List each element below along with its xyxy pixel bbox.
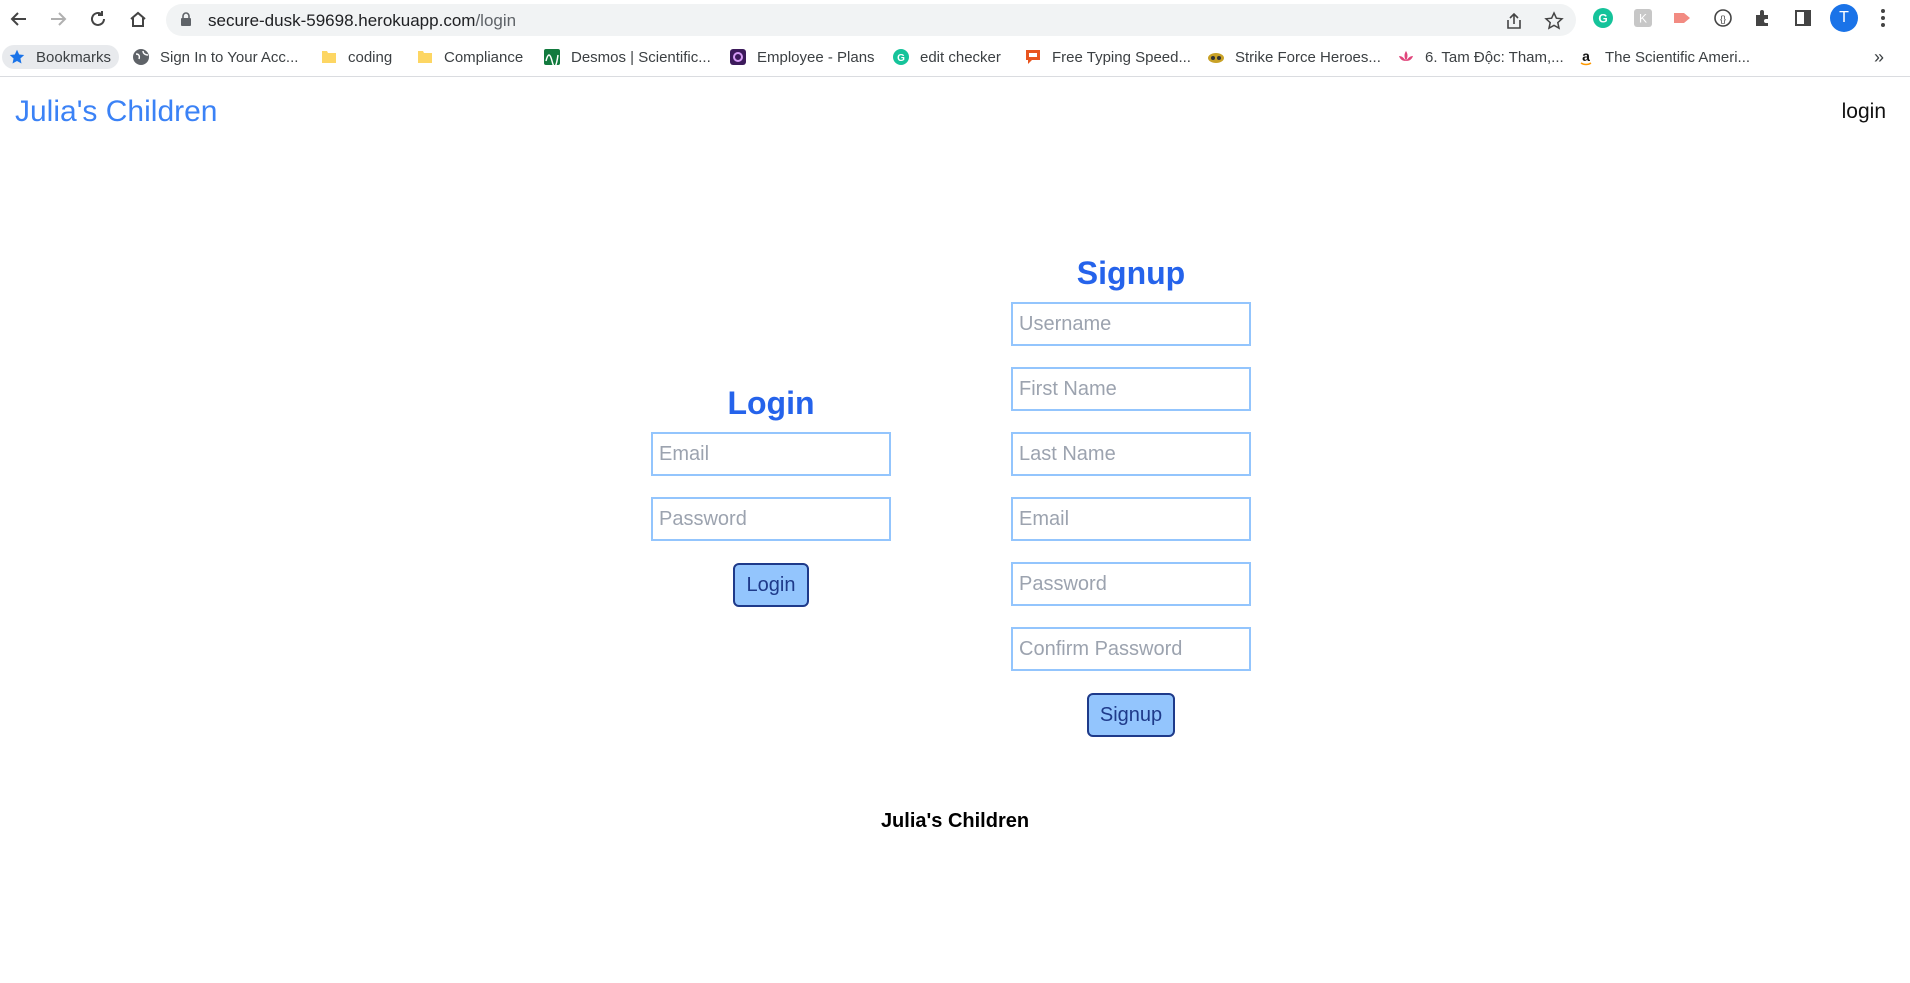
signup-first-name-input[interactable] bbox=[1011, 367, 1251, 411]
bookmarks-bar: Bookmarks Sign In to Your Acc... coding … bbox=[0, 38, 1910, 77]
svg-text:{}: {} bbox=[1720, 14, 1726, 24]
signup-username-input[interactable] bbox=[1011, 302, 1251, 346]
url-text: secure-dusk-59698.herokuapp.com/login bbox=[208, 11, 517, 30]
forward-icon[interactable] bbox=[45, 6, 71, 32]
home-icon[interactable] bbox=[125, 6, 151, 32]
bookmark-item-typing[interactable]: Free Typing Speed... bbox=[1024, 45, 1191, 69]
extension-circle-icon[interactable]: {} bbox=[1712, 7, 1734, 29]
bookmark-label: Sign In to Your Acc... bbox=[160, 48, 299, 66]
signup-password-input[interactable] bbox=[1011, 562, 1251, 606]
bookmark-item-strike-force[interactable]: Strike Force Heroes... bbox=[1207, 45, 1381, 69]
desmos-icon bbox=[543, 48, 561, 68]
bookmark-item-desmos[interactable]: Desmos | Scientific... bbox=[543, 45, 711, 69]
menu-kebab-icon[interactable] bbox=[1872, 7, 1894, 29]
bookmark-item-compliance[interactable]: Compliance bbox=[416, 45, 523, 69]
svg-text:G: G bbox=[1598, 12, 1607, 26]
bookmarks-overflow-button[interactable]: » bbox=[1874, 45, 1884, 69]
bookmark-label: 6. Tam Độc: Tham,... bbox=[1425, 48, 1564, 66]
bookmark-label: Compliance bbox=[444, 48, 524, 66]
login-email-input[interactable] bbox=[651, 432, 891, 476]
bookmark-item-bookmarks[interactable]: Bookmarks bbox=[2, 45, 120, 69]
nav-login-link[interactable]: login bbox=[1842, 100, 1886, 124]
bookmark-label: The Scientific Ameri... bbox=[1605, 48, 1751, 66]
bookmark-item-edit-checker[interactable]: G edit checker bbox=[892, 45, 1001, 69]
bookmark-item-employee-plans[interactable]: Employee - Plans bbox=[729, 45, 875, 69]
bookmark-label: Employee - Plans bbox=[757, 48, 875, 66]
signup-confirm-password-input[interactable] bbox=[1011, 627, 1251, 671]
share-icon[interactable] bbox=[1504, 11, 1524, 31]
bookmark-item-coding[interactable]: coding bbox=[320, 45, 392, 69]
extensions-puzzle-icon[interactable] bbox=[1752, 7, 1774, 29]
grammarly-extension-icon[interactable]: G bbox=[1592, 7, 1614, 29]
globe-icon bbox=[132, 48, 150, 66]
signup-last-name-input[interactable] bbox=[1011, 432, 1251, 476]
employee-icon bbox=[729, 48, 747, 66]
side-panel-icon[interactable] bbox=[1792, 7, 1814, 29]
address-bar[interactable]: secure-dusk-59698.herokuapp.com/login bbox=[166, 4, 1576, 36]
chat-icon bbox=[1024, 48, 1042, 66]
footer-brand: Julia's Children bbox=[880, 810, 1030, 832]
folder-icon bbox=[320, 48, 338, 66]
bookmark-label: coding bbox=[348, 48, 393, 66]
amazon-icon: a bbox=[1577, 48, 1595, 66]
extension-arrow-icon[interactable] bbox=[1672, 7, 1694, 29]
browser-toolbar: secure-dusk-59698.herokuapp.com/login G … bbox=[0, 0, 1910, 38]
bookmark-label: Strike Force Heroes... bbox=[1235, 48, 1381, 66]
reload-icon[interactable] bbox=[85, 6, 111, 32]
profile-avatar[interactable]: T bbox=[1830, 4, 1858, 32]
bookmark-item-scientific-american[interactable]: a The Scientific Ameri... bbox=[1577, 45, 1750, 69]
bookmark-star-icon[interactable] bbox=[1544, 11, 1564, 31]
svg-text:a: a bbox=[1582, 48, 1590, 64]
bookmark-label: Desmos | Scientific... bbox=[571, 48, 711, 66]
brand-link[interactable]: Julia's Children bbox=[15, 95, 218, 129]
back-icon[interactable] bbox=[6, 6, 32, 32]
login-title: Login bbox=[727, 385, 815, 421]
grammarly-icon: G bbox=[892, 48, 910, 66]
svg-text:K: K bbox=[1639, 12, 1647, 26]
lock-icon[interactable] bbox=[180, 12, 192, 32]
login-password-input[interactable] bbox=[651, 497, 891, 541]
game-icon bbox=[1207, 48, 1225, 66]
login-button[interactable]: Login bbox=[733, 563, 809, 607]
star-icon bbox=[8, 48, 26, 66]
bookmark-item-tam-doc[interactable]: 6. Tam Độc: Tham,... bbox=[1397, 45, 1564, 69]
bookmark-label: edit checker bbox=[920, 48, 1001, 66]
svg-text:G: G bbox=[897, 53, 905, 64]
folder-icon bbox=[416, 48, 434, 66]
bookmark-label: Bookmarks bbox=[36, 48, 112, 66]
signup-button[interactable]: Signup bbox=[1087, 693, 1175, 737]
bookmark-item-sign-in[interactable]: Sign In to Your Acc... bbox=[132, 45, 298, 69]
bookmark-label: Free Typing Speed... bbox=[1052, 48, 1191, 66]
signup-email-input[interactable] bbox=[1011, 497, 1251, 541]
signup-title: Signup bbox=[1076, 255, 1186, 291]
extension-k-icon[interactable]: K bbox=[1632, 7, 1654, 29]
lotus-icon bbox=[1397, 48, 1415, 66]
